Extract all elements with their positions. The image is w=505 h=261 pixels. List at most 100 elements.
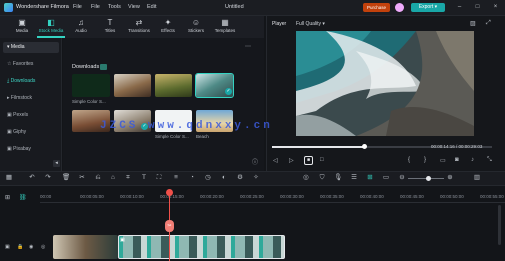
minimize-icon[interactable]: – (455, 3, 464, 12)
timer-icon[interactable]: ◷ (204, 174, 212, 182)
square-icon[interactable]: □ (320, 157, 324, 163)
ruler-label: 00:00:25:00 (240, 194, 264, 199)
voice-icon[interactable]: ☰ (350, 174, 358, 182)
undo-icon[interactable]: ↶ (28, 174, 36, 182)
prev-frame-icon[interactable]: ◁ (273, 157, 278, 164)
ruler-label: 00:00:40:00 (360, 194, 384, 199)
export-button[interactable]: Export ▾ (411, 3, 445, 12)
render-icon[interactable]: ◎ (302, 174, 310, 182)
sidebar-item-pexels[interactable]: ▣ Pexels (3, 110, 59, 121)
media-icon: ▣ (18, 18, 26, 27)
timeline-clip-selected[interactable] (118, 235, 285, 259)
layout-icon[interactable]: ▥ (473, 174, 481, 182)
tab-titles[interactable]: T Titles (97, 17, 123, 38)
media-label-2: Simple Color S... (155, 134, 189, 139)
link-track-icon[interactable]: ⛓ (19, 194, 27, 201)
tab-effects[interactable]: ✦ Effects (155, 17, 181, 38)
audio-icon: ♫ (78, 18, 84, 27)
zoom-in-icon[interactable]: ⊕ (446, 174, 454, 182)
track-eye-icon[interactable]: ◎ (41, 244, 45, 250)
ruler-label: 00:00:55:00 (480, 194, 504, 199)
media-thumb-3[interactable] (155, 74, 192, 97)
collapse-sidebar-icon[interactable]: ◂ (53, 160, 60, 167)
ruler-label: 00:00 (40, 194, 52, 199)
more-options-icon[interactable]: ⋯ (245, 43, 251, 50)
time-readout: 00:00:14:16 / 00:00:29:03 (431, 144, 483, 149)
ruler-label: 00:00:10:00 (120, 194, 144, 199)
zoom-out-icon[interactable]: ⊖ (398, 174, 406, 182)
media-thumb-green[interactable] (72, 74, 110, 97)
mark-out-icon[interactable]: } (424, 157, 426, 163)
quality-select[interactable]: Full Quality ▾ (296, 21, 325, 27)
tab-templates[interactable]: ▦ Templates (212, 17, 238, 38)
menu-view[interactable]: View (128, 4, 140, 10)
sidebar-item-media[interactable]: ▾ Media (3, 42, 59, 53)
delete-icon[interactable]: 🗑 (62, 174, 70, 182)
timeline-clip-1[interactable] (53, 235, 118, 259)
player-tab[interactable]: Player (272, 21, 286, 27)
link-icon[interactable]: ⎌ (94, 174, 102, 182)
stabilize-icon[interactable]: ⚙ (236, 174, 244, 182)
mark-in-icon[interactable]: { (408, 157, 410, 163)
track-lock-icon[interactable]: 🔒 (17, 244, 23, 250)
cut-icon[interactable]: ✂ (78, 174, 86, 182)
menu-file[interactable]: File (73, 4, 82, 10)
ruler-label: 00:00:05:00 (80, 194, 104, 199)
color-icon[interactable]: ◐ (220, 174, 228, 182)
window-title: Untitled (225, 4, 244, 10)
transform-icon[interactable]: ⛶ (155, 174, 163, 182)
close-icon[interactable]: × (491, 3, 500, 12)
camera-icon[interactable]: ◙ (455, 157, 459, 163)
tag-icon[interactable]: ⌂ (109, 174, 117, 182)
expand-icon[interactable]: ⤡ (487, 157, 492, 164)
sidebar-item-pixabay[interactable]: ▣ Pixabay (3, 144, 59, 155)
tab-audio[interactable]: ♫ Audio (68, 17, 94, 38)
play-icon[interactable]: ▷ (289, 157, 294, 164)
monitor-icon[interactable]: ▭ (440, 157, 446, 164)
adjust-icon[interactable]: ≡ (172, 174, 180, 182)
ruler-label: 00:00:50:00 (440, 194, 464, 199)
sidebar-item-downloads[interactable]: ⤓ Downloads (3, 76, 59, 87)
tab-media[interactable]: ▣ Media (9, 17, 35, 38)
track-mute-icon[interactable]: ◉ (29, 244, 33, 250)
progress-fill (272, 146, 365, 148)
menu-file-2[interactable]: File (91, 4, 100, 10)
mic-icon[interactable]: 🎙 (334, 174, 342, 182)
info-icon[interactable]: ⓘ (252, 157, 258, 166)
snapshot-icon[interactable]: ▨ (470, 20, 476, 27)
text-icon[interactable]: T (140, 174, 148, 182)
fullscreen-icon[interactable]: ⤢ (486, 20, 491, 27)
vertical-scrollbar[interactable] (498, 205, 501, 245)
avatar[interactable] (395, 3, 404, 12)
snap-icon[interactable]: ⊞ (366, 174, 374, 182)
media-thumb-2[interactable] (114, 74, 151, 97)
zoom-handle[interactable] (426, 176, 431, 181)
tab-stock-media[interactable]: ◧ Stock Media (38, 17, 64, 38)
stop-button[interactable]: ■ (304, 156, 313, 165)
media-label-beach: Beach (196, 134, 209, 139)
grid-icon[interactable]: ▦ (5, 174, 13, 182)
speed-icon[interactable]: ◔ (188, 174, 196, 182)
sidebar-item-favorites[interactable]: ☆ Favorites (3, 59, 59, 70)
menu-edit[interactable]: Edit (147, 4, 156, 10)
titles-icon: T (107, 18, 113, 27)
progress-handle[interactable] (361, 144, 367, 149)
playhead-handle[interactable] (166, 189, 173, 196)
purchase-button[interactable]: Purchase (363, 3, 390, 12)
split-icon[interactable]: ✂ (165, 220, 174, 232)
audio-output-icon[interactable]: ♪ (471, 157, 474, 163)
maximize-icon[interactable]: □ (473, 3, 482, 12)
stock-media-icon: ◧ (47, 18, 55, 27)
marker-icon[interactable]: ▭ (382, 174, 390, 182)
add-track-icon[interactable]: ⊞ (5, 194, 10, 201)
tab-transitions[interactable]: ⇄ Transitions (126, 17, 152, 38)
shield-icon[interactable]: ⛉ (318, 174, 326, 182)
sidebar-item-giphy[interactable]: ▣ Giphy (3, 127, 59, 138)
redo-icon[interactable]: ↷ (44, 174, 52, 182)
tab-stickers[interactable]: ☺ Stickers (183, 17, 209, 38)
crop-icon[interactable]: ⌗ (124, 174, 132, 182)
sidebar-item-filmstock[interactable]: ▸ Filmstock (3, 93, 59, 104)
menu-tools[interactable]: Tools (108, 4, 121, 10)
ai-icon[interactable]: ✧ (252, 174, 260, 182)
downloads-badge (100, 64, 107, 70)
